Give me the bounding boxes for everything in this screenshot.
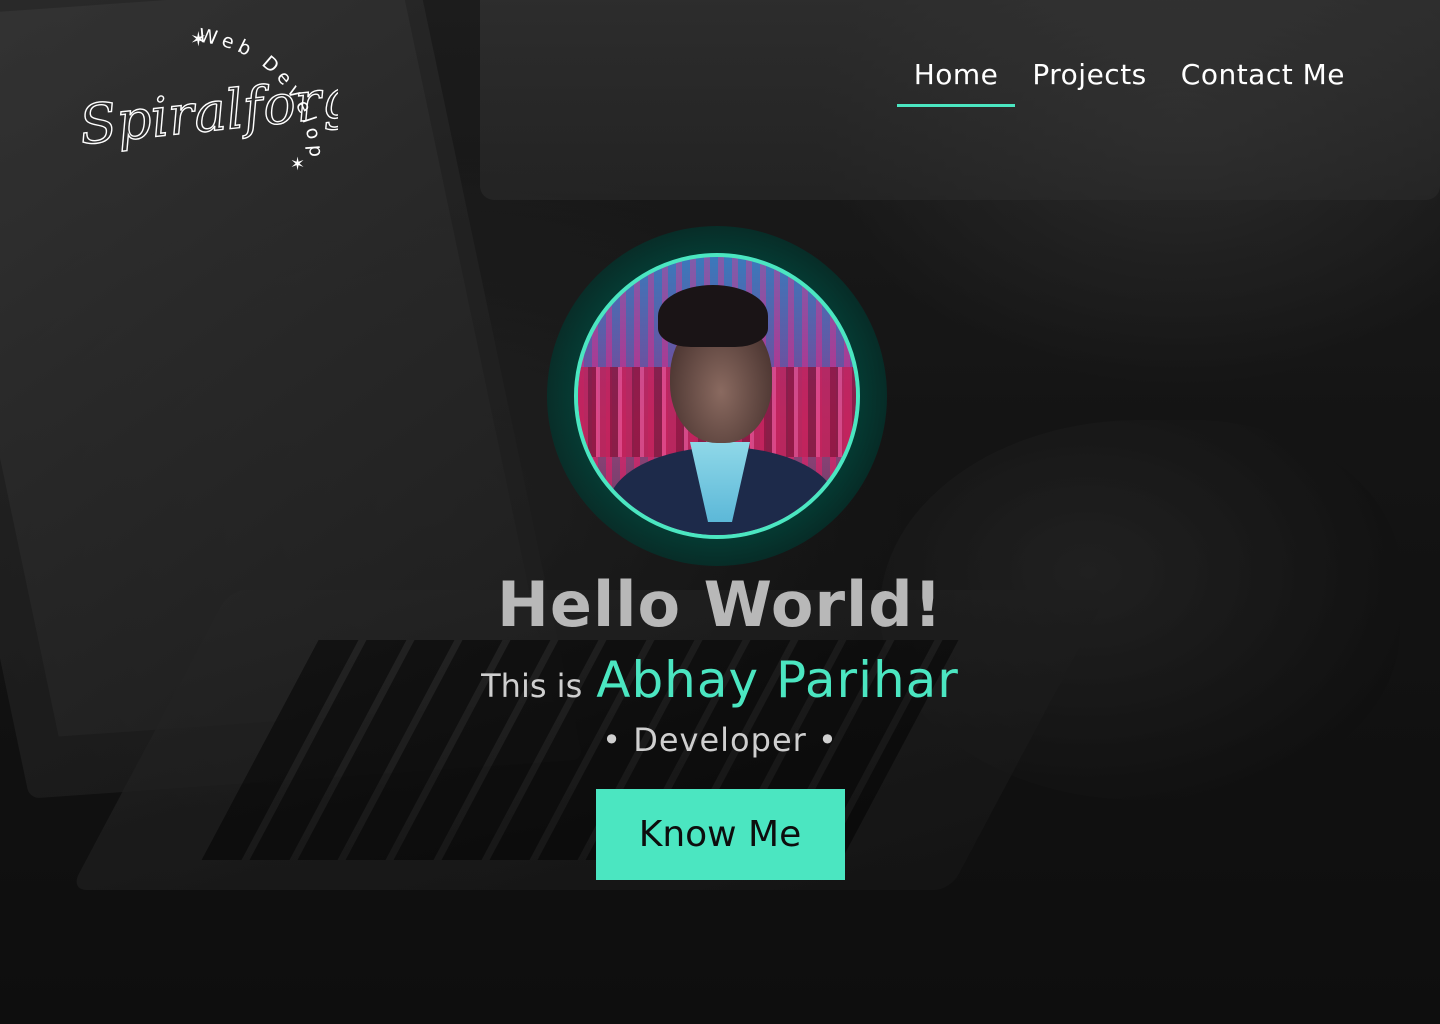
logo-star-icon: ✶: [190, 27, 207, 51]
logo-graphic: Web Developer ✶ ✶ Spiralforge: [78, 22, 338, 175]
role-text: • Developer •: [602, 721, 838, 759]
main-nav: Home Projects Contact Me: [896, 54, 1362, 107]
logo-star-icon: ✶: [290, 154, 305, 175]
person-name: Abhay Parihar: [596, 651, 959, 709]
nav-projects[interactable]: Projects: [1015, 54, 1163, 107]
know-me-button[interactable]: Know Me: [595, 789, 845, 880]
logo-script-text: Spiralforge: [78, 62, 338, 157]
nav-home[interactable]: Home: [896, 54, 1016, 107]
nav-contact-me[interactable]: Contact Me: [1164, 54, 1362, 107]
avatar-glow: [547, 226, 887, 566]
intro-line: This is Abhay Parihar: [481, 651, 959, 709]
site-logo[interactable]: Web Developer ✶ ✶ Spiralforge: [78, 22, 338, 182]
hero-section: Hello World! This is Abhay Parihar • Dev…: [0, 226, 1440, 880]
greeting-heading: Hello World!: [497, 568, 943, 641]
intro-prefix: This is: [481, 667, 583, 705]
profile-photo: [574, 253, 860, 539]
